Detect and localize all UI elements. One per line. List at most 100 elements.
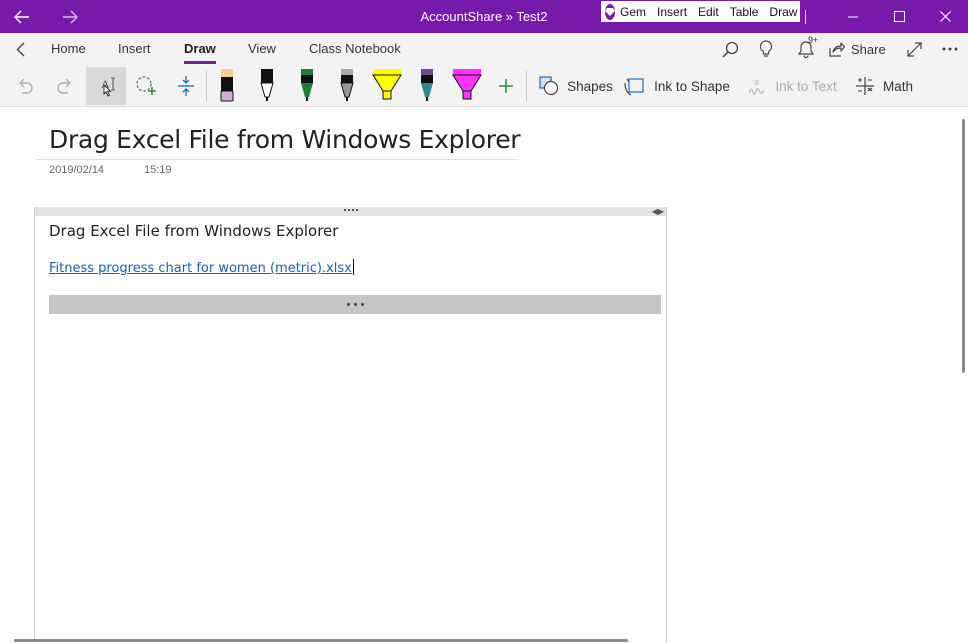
ink-to-shape-label: Ink to Shape	[654, 78, 730, 94]
gem-menu-draw[interactable]: Draw	[769, 5, 797, 19]
highlighter-icon	[452, 69, 482, 100]
minimize-button[interactable]	[830, 0, 876, 33]
pen-icon	[301, 69, 313, 101]
close-button[interactable]	[922, 0, 968, 33]
ink-to-shape-icon	[624, 78, 644, 96]
lasso-select-icon	[136, 76, 156, 95]
tab-view[interactable]: View	[248, 41, 276, 56]
gem-logo-icon	[605, 3, 615, 20]
file-link-text[interactable]: Fitness progress chart for women (metric…	[49, 261, 352, 276]
pen-icon	[421, 69, 433, 101]
vertical-scrollbar[interactable]	[962, 119, 965, 373]
embedded-file-handle[interactable]	[49, 295, 661, 314]
tab-class-notebook[interactable]: Class Notebook	[309, 41, 401, 56]
pen-galaxy[interactable]	[414, 67, 440, 105]
ink-to-text-button[interactable]: a Ink to Text	[744, 67, 840, 105]
page-canvas[interactable]: Drag Excel File from Windows Explorer 20…	[0, 107, 968, 643]
tab-home[interactable]: Home	[51, 41, 86, 56]
highlighter-magenta[interactable]	[452, 67, 482, 105]
gem-menu-table[interactable]: Table	[730, 5, 759, 19]
tab-insert[interactable]: Insert	[118, 41, 151, 56]
pen-black[interactable]	[254, 67, 280, 105]
back-button[interactable]	[0, 0, 44, 33]
highlighter-yellow[interactable]	[372, 67, 402, 105]
undo-button[interactable]	[8, 67, 42, 105]
lightbulb-icon	[759, 40, 773, 57]
share-label: Share	[851, 41, 886, 57]
pen-icon	[260, 69, 274, 101]
maximize-button[interactable]	[876, 0, 922, 33]
forward-button[interactable]	[48, 0, 92, 33]
maximize-icon	[893, 11, 905, 22]
gem-menu-bar: Gem Insert Edit Table Draw	[601, 1, 800, 22]
ribbon-tab-row: Home Insert Draw View Class Notebook 9+ …	[0, 33, 968, 65]
shapes-icon	[539, 76, 559, 96]
lasso-select-tool[interactable]	[131, 67, 161, 105]
pen-green[interactable]	[294, 67, 320, 105]
note-container[interactable]: ◀▶ Drag Excel File from Windows Explorer…	[34, 207, 667, 643]
container-resize-icon[interactable]: ◀▶	[652, 207, 664, 216]
page-date: 2019/02/14	[49, 164, 105, 176]
more-dots-icon	[942, 47, 958, 51]
math-button[interactable]: Math	[852, 67, 916, 105]
titlebar-divider	[805, 10, 806, 24]
gem-menu-insert[interactable]: Insert	[657, 5, 687, 19]
pen-gray[interactable]	[334, 67, 360, 105]
math-icon	[855, 77, 874, 95]
toolbar-divider	[526, 71, 527, 101]
outline-heading[interactable]: Drag Excel File from Windows Explorer	[49, 222, 338, 240]
container-drag-handle[interactable]: ◀▶	[35, 207, 666, 216]
horizontal-scrollbar[interactable]	[14, 639, 628, 642]
toolbar-divider	[206, 71, 207, 101]
pen-icon	[340, 69, 354, 101]
title-bar: AccountShare » Test2 Gem Insert Edit Tab…	[0, 0, 968, 33]
share-icon	[829, 42, 845, 57]
plus-icon	[499, 79, 513, 93]
tab-draw[interactable]: Draw	[184, 41, 216, 56]
drag-dots-icon	[344, 209, 358, 213]
tell-me-button[interactable]	[753, 37, 779, 61]
text-select-cursor-icon: A	[101, 77, 115, 97]
pen-black-lilac[interactable]	[214, 67, 240, 105]
notification-badge: 9+	[808, 35, 819, 45]
page-time: 15:19	[144, 164, 172, 176]
arrow-right-icon	[63, 10, 78, 23]
notifications-button[interactable]: 9+	[789, 35, 823, 61]
gem-menu-gem[interactable]: Gem	[620, 5, 646, 19]
shapes-label: Shapes	[567, 78, 613, 94]
highlighter-icon	[372, 69, 402, 100]
window-title: AccountShare » Test2	[420, 9, 548, 24]
more-dots-icon	[346, 303, 364, 306]
shapes-button[interactable]: Shapes	[536, 67, 616, 105]
gem-menu-edit[interactable]: Edit	[698, 5, 719, 19]
more-options-button[interactable]	[937, 37, 963, 61]
title-underline	[36, 159, 519, 160]
ink-to-text-label: Ink to Text	[775, 78, 837, 94]
ink-to-text-icon: a	[748, 77, 765, 96]
insert-space-icon	[178, 76, 194, 96]
redo-button[interactable]	[48, 67, 82, 105]
full-page-view-button[interactable]	[901, 37, 927, 61]
page-title[interactable]: Drag Excel File from Windows Explorer	[49, 125, 521, 154]
close-icon	[939, 11, 951, 22]
active-tab-indicator	[184, 61, 216, 64]
search-button[interactable]	[717, 37, 743, 61]
search-icon	[721, 41, 738, 58]
navigation-back-button[interactable]	[6, 37, 34, 61]
undo-icon	[19, 78, 33, 94]
pen-icon	[220, 69, 234, 102]
add-pen-button[interactable]	[494, 67, 518, 105]
chevron-left-icon	[16, 42, 24, 56]
math-label: Math	[882, 78, 913, 94]
file-attachment-link[interactable]: Fitness progress chart for women (metric…	[49, 259, 354, 276]
add-remove-space-tool[interactable]	[171, 67, 201, 105]
minimize-icon	[848, 16, 858, 17]
draw-toolbar: A Shapes Ink to Shape a Ink to Text Math	[0, 65, 968, 107]
expand-icon	[906, 41, 922, 57]
ink-to-shape-button[interactable]: Ink to Shape	[624, 67, 730, 105]
svg-text:a: a	[754, 77, 759, 87]
share-button[interactable]: Share	[829, 37, 886, 61]
type-text-select-tool[interactable]: A	[86, 67, 126, 105]
arrow-left-icon	[14, 10, 29, 23]
redo-icon	[57, 78, 71, 94]
